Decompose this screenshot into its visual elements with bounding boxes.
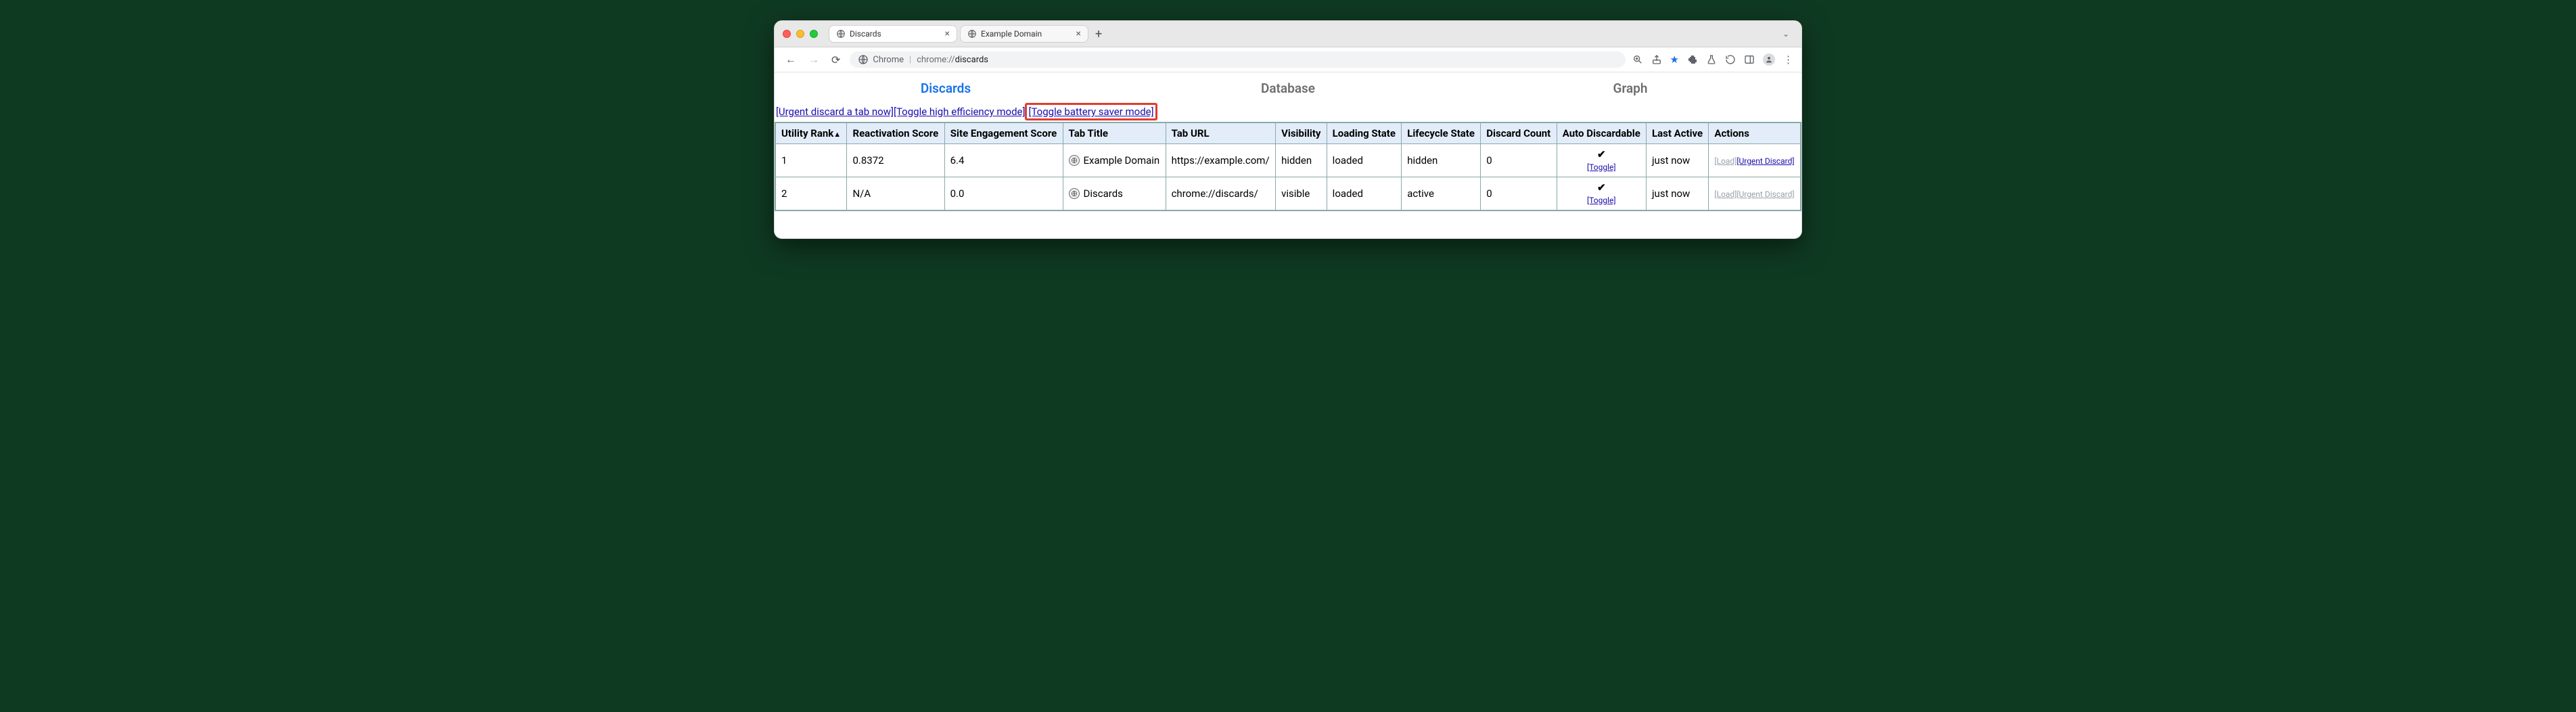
- cell-engagement: 0.0: [944, 177, 1063, 211]
- discards-table: Utility Rank▲ Reactivation Score Site En…: [775, 122, 1801, 211]
- browser-tab-title: Example Domain: [981, 29, 1042, 39]
- col-tab-title[interactable]: Tab Title: [1063, 123, 1166, 144]
- globe-icon: [836, 29, 846, 39]
- browser-tab-title: Discards: [850, 29, 881, 39]
- browser-tab-example[interactable]: Example Domain ×: [960, 25, 1088, 43]
- highlighted-action: [Toggle battery saver mode]: [1025, 103, 1157, 120]
- toggle-auto-discardable-link[interactable]: [Toggle]: [1587, 196, 1616, 205]
- tab-close-icon[interactable]: ×: [1076, 28, 1081, 39]
- cell-rank: 1: [775, 144, 847, 177]
- col-reactivation-score[interactable]: Reactivation Score: [847, 123, 944, 144]
- col-tab-url[interactable]: Tab URL: [1166, 123, 1275, 144]
- profile-avatar[interactable]: [1763, 53, 1775, 66]
- expand-tabs-icon[interactable]: ⌄: [1778, 29, 1793, 39]
- cell-actions: [Load][Urgent Discard]: [1709, 144, 1801, 177]
- action-urgent-discard-link: [Urgent Discard]: [1736, 190, 1794, 199]
- omnibox-url: chrome://discards: [917, 55, 988, 65]
- col-last-active[interactable]: Last Active: [1646, 123, 1708, 144]
- toggle-battery-saver-link[interactable]: [Toggle battery saver mode]: [1028, 106, 1153, 118]
- sort-asc-icon: ▲: [833, 130, 841, 139]
- browser-window: Discards × Example Domain × + ⌄ ← → ⟳ Ch…: [774, 20, 1802, 239]
- top-action-links: [Urgent discard a tab now][Toggle high e…: [775, 102, 1801, 122]
- table-row: 10.83726.4 Example Domain https://example.…: [775, 144, 1801, 177]
- browser-tabs: Discards × Example Domain × +: [829, 25, 1773, 43]
- col-actions[interactable]: Actions: [1709, 123, 1801, 144]
- col-lifecycle-state[interactable]: Lifecycle State: [1402, 123, 1481, 144]
- urgent-discard-tab-link[interactable]: [Urgent discard a tab now]: [776, 106, 894, 118]
- reload-button[interactable]: ⟳: [829, 52, 843, 68]
- tab-title-text: Example Domain: [1084, 154, 1160, 166]
- titlebar: Discards × Example Domain × + ⌄: [775, 21, 1801, 47]
- cell-auto-discardable: ✔ [Toggle]: [1557, 177, 1646, 211]
- browser-tab-discards[interactable]: Discards ×: [829, 25, 957, 43]
- check-icon: ✔: [1563, 181, 1640, 194]
- cell-last-active: just now: [1646, 144, 1708, 177]
- traffic-lights: [783, 30, 818, 38]
- cell-reactivation: N/A: [847, 177, 944, 211]
- col-discard-count[interactable]: Discard Count: [1481, 123, 1557, 144]
- col-loading-state[interactable]: Loading State: [1327, 123, 1402, 144]
- bookmark-star-icon[interactable]: ★: [1670, 53, 1679, 66]
- cell-engagement: 6.4: [944, 144, 1063, 177]
- extensions-icon[interactable]: [1687, 54, 1698, 65]
- action-urgent-discard-link[interactable]: [Urgent Discard]: [1736, 156, 1794, 166]
- cell-rank: 2: [775, 177, 847, 211]
- action-load-link: [Load]: [1714, 190, 1736, 199]
- forward-button: →: [806, 51, 822, 68]
- share-icon[interactable]: [1651, 54, 1662, 65]
- page-tabs: Discards Database Graph: [775, 72, 1801, 102]
- zoom-icon[interactable]: [1632, 54, 1643, 65]
- new-tab-button[interactable]: +: [1091, 27, 1106, 41]
- page-tab-database[interactable]: Database: [1117, 81, 1459, 96]
- toolbar-right-icons: ★ ⋮: [1632, 53, 1793, 66]
- cell-loading: loaded: [1327, 177, 1402, 211]
- omnibox-separator: |: [909, 55, 911, 65]
- back-button[interactable]: ←: [783, 51, 799, 68]
- window-close-button[interactable]: [783, 30, 791, 38]
- cell-lifecycle: hidden: [1402, 144, 1481, 177]
- action-load-link: [Load]: [1714, 156, 1736, 166]
- tab-title-text: Discards: [1084, 187, 1123, 200]
- page-content: Discards Database Graph [Urgent discard …: [775, 72, 1801, 238]
- labs-icon[interactable]: [1706, 54, 1717, 65]
- col-utility-rank[interactable]: Utility Rank▲: [775, 123, 847, 144]
- toggle-auto-discardable-link[interactable]: [Toggle]: [1587, 162, 1616, 172]
- check-icon: ✔: [1563, 148, 1640, 160]
- cell-actions: [Load][Urgent Discard]: [1709, 177, 1801, 211]
- cell-last-active: just now: [1646, 177, 1708, 211]
- globe-icon: [1069, 155, 1080, 166]
- omnibox[interactable]: Chrome | chrome://discards: [850, 51, 1625, 68]
- cell-visibility: visible: [1276, 177, 1327, 211]
- cell-tab-title: Discards: [1063, 177, 1166, 211]
- page-tab-graph[interactable]: Graph: [1459, 81, 1801, 96]
- site-info-icon[interactable]: Chrome: [858, 54, 904, 65]
- globe-icon: [967, 29, 977, 39]
- toggle-high-efficiency-link[interactable]: [Toggle high efficiency mode]: [894, 106, 1026, 118]
- cell-discard-count: 0: [1481, 144, 1557, 177]
- col-auto-discardable[interactable]: Auto Discardable: [1557, 123, 1646, 144]
- cell-tab-title: Example Domain: [1063, 144, 1166, 177]
- cell-lifecycle: active: [1402, 177, 1481, 211]
- page-tab-discards[interactable]: Discards: [775, 81, 1117, 96]
- menu-icon[interactable]: ⋮: [1783, 53, 1793, 66]
- col-visibility[interactable]: Visibility: [1276, 123, 1327, 144]
- table-row: 2N/A0.0 Discards chrome://discards/visible…: [775, 177, 1801, 211]
- table-header-row: Utility Rank▲ Reactivation Score Site En…: [775, 123, 1801, 144]
- cell-url: https://example.com/: [1166, 144, 1275, 177]
- tab-close-icon[interactable]: ×: [945, 28, 950, 39]
- browser-toolbar: ← → ⟳ Chrome | chrome://discards ★: [775, 47, 1801, 72]
- window-minimize-button[interactable]: [796, 30, 804, 38]
- cell-url: chrome://discards/: [1166, 177, 1275, 211]
- window-maximize-button[interactable]: [810, 30, 818, 38]
- cell-visibility: hidden: [1276, 144, 1327, 177]
- side-panel-icon[interactable]: [1744, 54, 1755, 65]
- cell-discard-count: 0: [1481, 177, 1557, 211]
- omnibox-origin-label: Chrome: [873, 55, 904, 65]
- update-icon[interactable]: [1725, 54, 1736, 65]
- col-site-engagement[interactable]: Site Engagement Score: [944, 123, 1063, 144]
- cell-loading: loaded: [1327, 144, 1402, 177]
- cell-auto-discardable: ✔ [Toggle]: [1557, 144, 1646, 177]
- globe-icon: [1069, 188, 1080, 199]
- cell-reactivation: 0.8372: [847, 144, 944, 177]
